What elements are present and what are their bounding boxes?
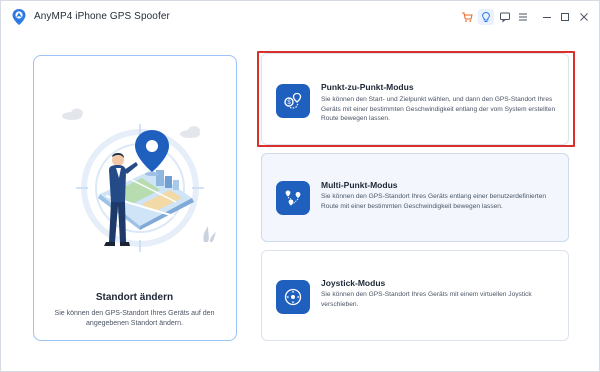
tips-button[interactable] bbox=[478, 9, 494, 25]
menu-icon bbox=[519, 13, 527, 21]
point-to-point-title: Punkt-zu-Punkt-Modus bbox=[321, 82, 414, 92]
close-button[interactable] bbox=[576, 9, 592, 25]
chat-icon bbox=[500, 12, 510, 23]
close-icon bbox=[580, 13, 588, 21]
multi-point-title: Multi-Punkt-Modus bbox=[321, 180, 398, 190]
joystick-mode-card[interactable]: Joystick-Modus Sie können den GPS-Stando… bbox=[261, 250, 569, 341]
joystick-title: Joystick-Modus bbox=[321, 278, 386, 288]
multi-point-mode-card[interactable]: Multi-Punkt-Modus Sie können den GPS-Sta… bbox=[261, 153, 569, 242]
location-illustration bbox=[62, 108, 216, 252]
feedback-button[interactable] bbox=[497, 9, 513, 25]
title-bar[interactable]: AnyMP4 iPhone GPS Spoofer bbox=[1, 1, 599, 33]
location-pin-icon bbox=[135, 130, 169, 176]
joystick-description: Sie können den GPS-Standort Ihres Geräts… bbox=[321, 291, 532, 308]
app-window: AnyMP4 iPhone GPS Spoofer Standort änder… bbox=[0, 0, 600, 372]
multi-point-icon bbox=[276, 181, 310, 215]
app-logo-icon bbox=[12, 9, 26, 25]
main-content: Standort ändern Sie können den GPS-Stand… bbox=[7, 33, 593, 367]
cart-icon bbox=[462, 12, 473, 22]
maximize-button[interactable] bbox=[557, 9, 573, 25]
cart-button[interactable] bbox=[459, 9, 475, 25]
change-location-title: Standort ändern bbox=[95, 292, 174, 303]
change-location-description: Sie können den GPS-Standort Ihres Geräts… bbox=[54, 310, 215, 327]
point-to-point-description: Sie können den Start- und Zielpunkt wähl… bbox=[321, 96, 556, 122]
maximize-icon bbox=[561, 13, 569, 21]
point-to-point-mode-card[interactable]: $ Punkt-zu-Punkt-Modus Sie können den St… bbox=[261, 53, 569, 145]
minimize-button[interactable] bbox=[539, 9, 555, 25]
change-location-card[interactable]: Standort ändern Sie können den GPS-Stand… bbox=[33, 55, 237, 341]
point-to-point-icon: $ bbox=[276, 84, 310, 118]
joystick-icon bbox=[276, 280, 310, 314]
multi-point-description: Sie können den GPS-Standort Ihres Geräts… bbox=[321, 193, 547, 210]
minimize-icon bbox=[543, 17, 551, 18]
app-title: AnyMP4 iPhone GPS Spoofer bbox=[34, 11, 170, 22]
bulb-icon bbox=[482, 11, 490, 22]
menu-button[interactable] bbox=[515, 9, 531, 25]
